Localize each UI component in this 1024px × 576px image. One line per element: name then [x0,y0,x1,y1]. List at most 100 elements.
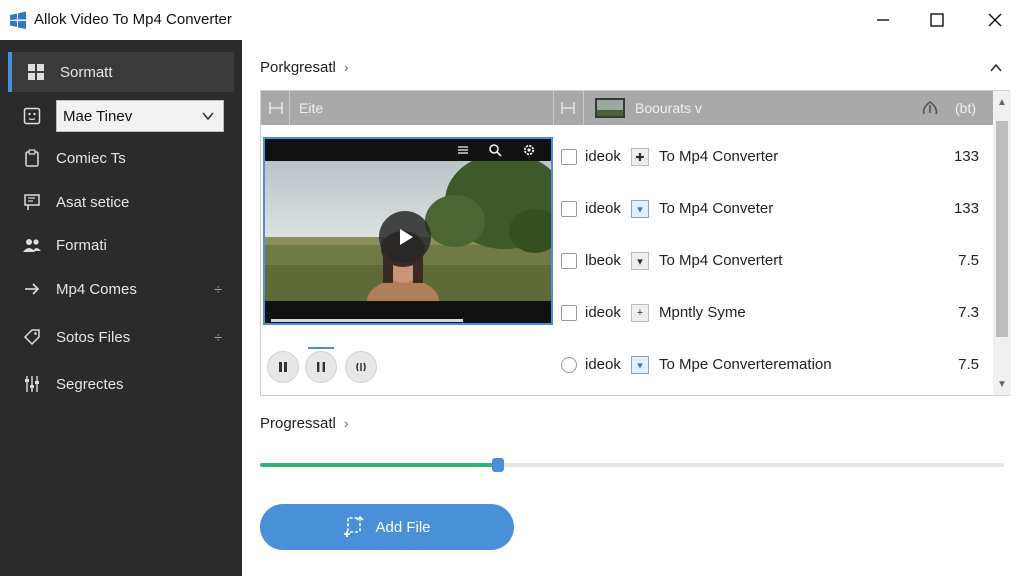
top-section-title: Porkgresatl [260,59,336,76]
thumbnail-icon [595,98,625,118]
face-icon [22,106,42,126]
chevron-right-icon: › [343,59,349,75]
sidebar-item-asat-setice[interactable]: Asat setice [0,182,242,222]
close-button[interactable] [968,0,1022,40]
sidebar-item-formati[interactable]: Formati [0,225,242,265]
row-source: ideok [585,148,621,165]
step-button[interactable] [305,351,337,383]
row-target: To Mp4 Converter [659,148,779,165]
row-checkbox[interactable] [561,201,577,217]
chevron-up-icon [990,63,1002,72]
sidebar-item-comiec-ts[interactable]: Comiec Ts [0,138,242,178]
sidebar-item-segrectes[interactable]: Segrectes [0,364,242,404]
sidebar-item-mae-tinev: Mae Tinev [0,96,242,136]
row-size: 7.5 [958,356,979,373]
row-target: To Mpe Converteremation [659,356,832,373]
format-select-value: Mae Tinev [63,107,133,125]
row-checkbox[interactable] [561,305,577,321]
video-toolbar [265,139,551,161]
minimize-icon [877,19,889,21]
format-select[interactable]: Mae Tinev [56,100,224,132]
column-header-format-suffix: v [694,100,702,116]
play-button[interactable] [379,211,431,263]
tag-icon [22,327,42,347]
window-title: Allok Video To Mp4 Converter [34,11,232,28]
video-seek-bar[interactable] [265,301,551,323]
row-source: lbeok [585,252,621,269]
pause-button[interactable] [267,351,299,383]
sidebar-item-label: Sotos Files [56,328,131,346]
progress-section-header[interactable]: Progressatl › [260,415,349,432]
scroll-down-icon[interactable]: ▼ [996,379,1008,391]
people-icon [22,235,42,255]
column-resize-icon [561,102,575,114]
add-file-button[interactable]: Add File [260,504,514,550]
row-size: 133 [953,200,979,217]
column-header-format[interactable]: Boourats v [635,100,702,116]
row-size: 7.5 [958,252,979,269]
column-divider [553,91,554,125]
scrollbar-thumb[interactable] [996,121,1008,337]
scroll-up-icon[interactable]: ▲ [996,97,1008,109]
collapse-button[interactable] [985,58,1007,78]
gear-icon[interactable] [521,142,537,158]
format-dropdown-icon[interactable]: ▾ [631,200,649,218]
list-item[interactable]: ideok + Mpntly Syme 7.3 [559,297,989,329]
arrow-right-icon [22,279,42,299]
list-item[interactable]: ideok ▾ To Mp4 Conveter 133 [559,193,989,225]
play-icon [400,229,413,245]
audio-button[interactable] [345,351,377,383]
format-dropdown-icon[interactable]: ▾ [631,356,649,374]
add-file-icon [343,516,365,538]
sidebar-item-sormatt[interactable]: Sormatt [8,52,234,92]
list-item[interactable]: ideok ▾ To Mpe Converteremation 7.5 [559,349,989,381]
row-size: 7.3 [958,304,979,321]
menu-icon[interactable] [455,142,471,158]
zoom-icon[interactable] [487,142,503,158]
progress-section-title: Progressatl [260,415,336,432]
list-item[interactable]: lbeok ▾ To Mp4 Convertert 7.5 [559,245,989,277]
active-control-indicator [308,347,334,349]
sidebar-item-label: Mp4 Comes [56,280,137,298]
row-source: ideok [585,356,621,373]
row-target: To Mp4 Convertert [659,252,783,269]
column-resize-icon [269,102,283,114]
column-header-file[interactable]: Eite [299,100,323,116]
pause-icon [279,362,287,372]
minimize-button[interactable] [856,0,910,40]
sidebar-item-label: Formati [56,236,107,254]
row-radio[interactable] [561,357,577,373]
column-divider [583,91,584,125]
add-format-icon[interactable]: + [631,304,649,322]
progress-slider[interactable] [260,458,1004,472]
pause-alt-icon [317,362,325,372]
video-preview[interactable] [263,137,553,325]
column-header-size[interactable]: (bt) [955,100,976,116]
list-item[interactable]: ideok ✚ To Mp4 Converter 133 [559,141,989,173]
row-target: To Mp4 Conveter [659,200,774,217]
presentation-icon [22,192,42,212]
video-progress [271,319,463,322]
audio-wave-icon [356,362,366,372]
format-dropdown-icon[interactable]: ▾ [631,252,649,270]
sliders-icon [22,374,42,394]
sidebar-item-label: Asat setice [56,193,130,211]
maximize-button[interactable] [910,0,964,40]
maximize-icon [930,13,944,27]
top-section-header[interactable]: Porkgresatl › [260,59,349,76]
sidebar-item-label: Sormatt [60,63,113,81]
sidebar-item-label: Segrectes [56,375,124,393]
chevron-right-icon: › [343,415,349,431]
file-panel: Eite Boourats v (bt) ▲ ▼ ideok ✚ To Mp4 … [260,90,1011,396]
format-icon[interactable]: ✚ [631,148,649,166]
row-checkbox[interactable] [561,149,577,165]
row-checkbox[interactable] [561,253,577,269]
clipboard-icon [22,148,42,168]
sidebar-item-mp4-comes[interactable]: Mp4 Comes ÷ [0,269,242,309]
title-bar: Allok Video To Mp4 Converter [0,0,1024,40]
scrollbar[interactable]: ▲ ▼ [993,91,1011,395]
sidebar-item-extra: ÷ [214,281,222,297]
progress-slider-thumb[interactable] [492,458,505,472]
sidebar-item-sotos-files[interactable]: Sotos Files ÷ [0,317,242,357]
windows-logo-icon [10,11,26,29]
